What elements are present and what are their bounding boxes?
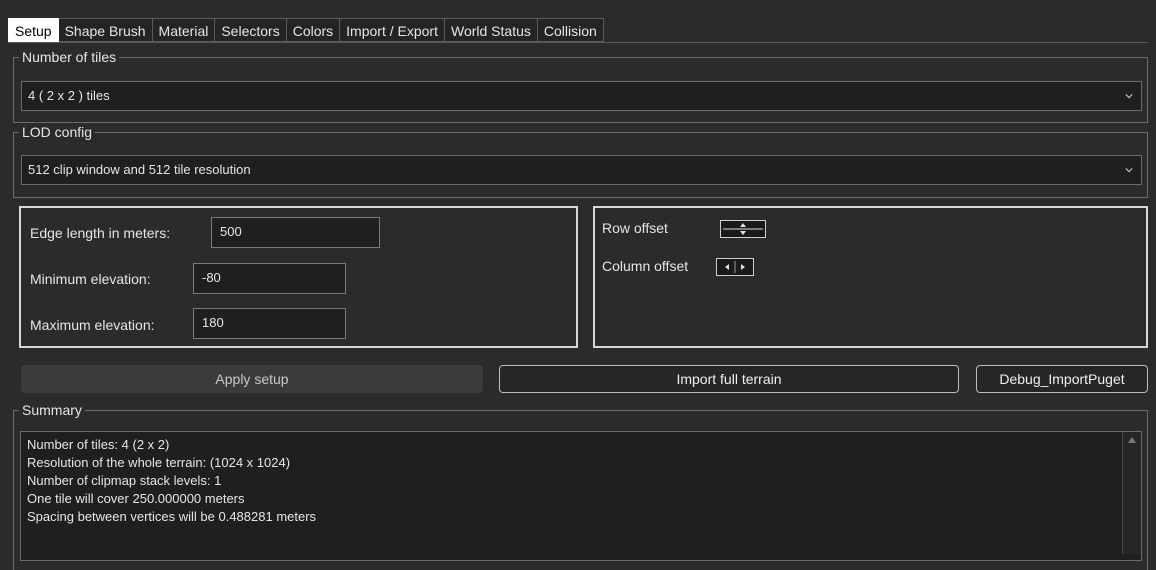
tab-material[interactable]: Material [152,18,216,42]
scroll-up-arrow-icon[interactable] [1123,432,1141,448]
tab-setup[interactable]: Setup [8,18,59,43]
chevron-down-icon [1125,168,1133,173]
tab-bar: Setup Shape Brush Material Selectors Col… [8,18,604,43]
edge-length-input[interactable]: 500 [211,217,380,248]
column-offset-label: Column offset [602,258,689,274]
row-offset-label: Row offset [602,220,668,236]
number-of-tiles-title: Number of tiles [19,48,120,66]
tab-shape-brush[interactable]: Shape Brush [58,18,153,42]
summary-line: Number of tiles: 4 (2 x 2) [27,437,170,452]
max-elevation-label: Maximum elevation: [30,317,155,333]
tab-import-export[interactable]: Import / Export [340,18,445,42]
min-elevation-input[interactable]: -80 [193,263,346,294]
import-full-terrain-button[interactable]: Import full terrain [499,365,959,393]
min-elevation-label: Minimum elevation: [30,271,151,287]
tab-divider [8,42,1148,43]
lod-config-value: 512 clip window and 512 tile resolution [28,162,251,177]
chevron-down-icon [1125,94,1133,99]
summary-line: One tile will cover 250.000000 meters [27,491,245,506]
tab-world-status[interactable]: World Status [444,18,538,42]
left-right-arrows-icon [725,261,745,273]
summary-scrollbar[interactable] [1122,432,1141,554]
summary-line: Spacing between vertices will be 0.48828… [27,509,317,524]
summary-title: Summary [19,401,85,419]
number-of-tiles-value: 4 ( 2 x 2 ) tiles [28,88,110,103]
apply-setup-button[interactable]: Apply setup [21,365,483,393]
offset-panel [593,206,1148,348]
debug-import-puget-button[interactable]: Debug_ImportPuget [976,365,1148,393]
summary-line: Number of clipmap stack levels: 1 [27,473,222,488]
tab-selectors[interactable]: Selectors [215,18,287,42]
up-down-arrows-icon [723,223,763,235]
lod-config-select[interactable]: 512 clip window and 512 tile resolution [21,155,1142,185]
tab-colors[interactable]: Colors [286,18,341,42]
summary-textarea[interactable]: Number of tiles: 4 (2 x 2) Resolution of… [20,431,1142,561]
tab-collision[interactable]: Collision [537,18,604,42]
summary-line: Resolution of the whole terrain: (1024 x… [27,455,291,470]
column-offset-spinner[interactable] [716,258,754,276]
lod-config-title: LOD config [19,123,96,141]
edge-length-label: Edge length in meters: [30,225,171,241]
number-of-tiles-select[interactable]: 4 ( 2 x 2 ) tiles [21,81,1142,111]
row-offset-spinner[interactable] [720,220,766,238]
max-elevation-input[interactable]: 180 [193,308,346,339]
